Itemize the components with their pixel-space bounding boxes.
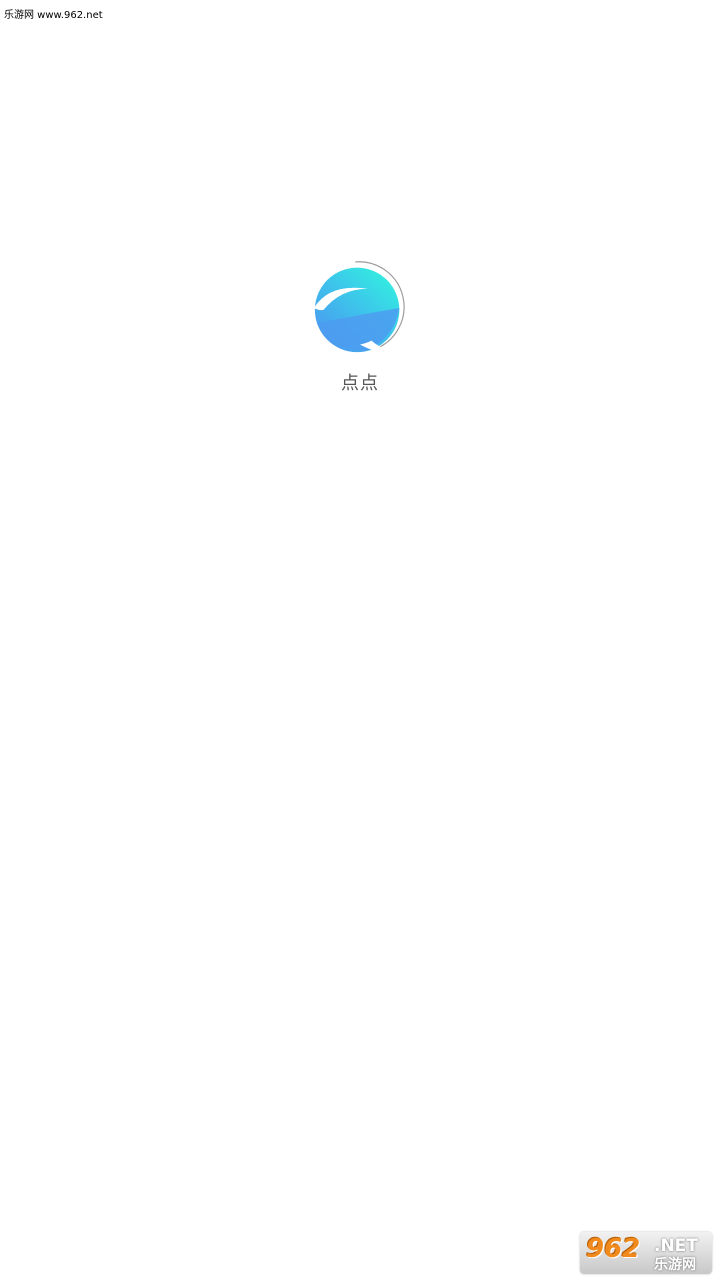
watermark-text: 乐游网 www.962.net bbox=[4, 10, 103, 21]
site-watermark-logo: 962 .NET 乐游网 bbox=[580, 1232, 712, 1274]
watermark-number: 962 bbox=[586, 1234, 641, 1264]
earth-swirl-logo-icon bbox=[313, 261, 405, 353]
watermark-site-name: 乐游网 bbox=[654, 1257, 696, 1273]
app-name: 点点 bbox=[341, 373, 379, 394]
watermark-domain-suffix: .NET bbox=[654, 1236, 698, 1256]
splash-screen: 点点 bbox=[0, 260, 720, 395]
